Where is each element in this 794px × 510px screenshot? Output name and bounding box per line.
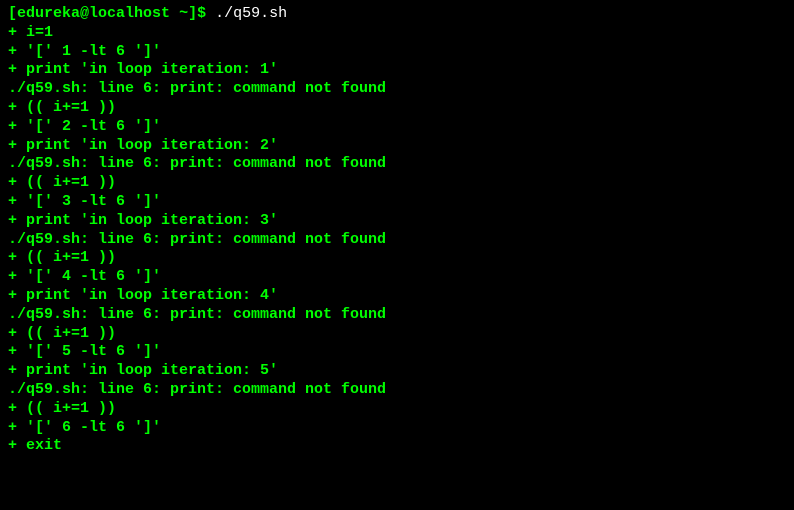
prompt-end: ]$ (188, 5, 215, 22)
output-line: + '[' 1 -lt 6 ']' (8, 43, 786, 62)
output-line: ./q59.sh: line 6: print: command not fou… (8, 80, 786, 99)
output-line: + print 'in loop iteration: 4' (8, 287, 786, 306)
output-line: + print 'in loop iteration: 1' (8, 61, 786, 80)
output-line: + '[' 2 -lt 6 ']' (8, 118, 786, 137)
output-line: + print 'in loop iteration: 5' (8, 362, 786, 381)
output-line: ./q59.sh: line 6: print: command not fou… (8, 155, 786, 174)
prompt-open-bracket: [ (8, 5, 17, 22)
command-input[interactable]: ./q59.sh (215, 5, 287, 22)
output-line: ./q59.sh: line 6: print: command not fou… (8, 381, 786, 400)
prompt-host: localhost (89, 5, 170, 22)
prompt-user: edureka (17, 5, 80, 22)
output-line: + (( i+=1 )) (8, 325, 786, 344)
prompt-space (170, 5, 179, 22)
output-line: + (( i+=1 )) (8, 174, 786, 193)
output-line: + '[' 3 -lt 6 ']' (8, 193, 786, 212)
output-line: + '[' 4 -lt 6 ']' (8, 268, 786, 287)
output-line: + (( i+=1 )) (8, 249, 786, 268)
prompt-path: ~ (179, 5, 188, 22)
prompt-line: [edureka@localhost ~]$ ./q59.sh (8, 5, 786, 24)
output-line: + print 'in loop iteration: 2' (8, 137, 786, 156)
output-line: + '[' 5 -lt 6 ']' (8, 343, 786, 362)
output-line: + '[' 6 -lt 6 ']' (8, 419, 786, 438)
output-line: + exit (8, 437, 786, 456)
output-line: + print 'in loop iteration: 3' (8, 212, 786, 231)
output-line: + (( i+=1 )) (8, 99, 786, 118)
output-line: + (( i+=1 )) (8, 400, 786, 419)
output-line: ./q59.sh: line 6: print: command not fou… (8, 306, 786, 325)
output-line: + i=1 (8, 24, 786, 43)
output-line: ./q59.sh: line 6: print: command not fou… (8, 231, 786, 250)
prompt-at: @ (80, 5, 89, 22)
